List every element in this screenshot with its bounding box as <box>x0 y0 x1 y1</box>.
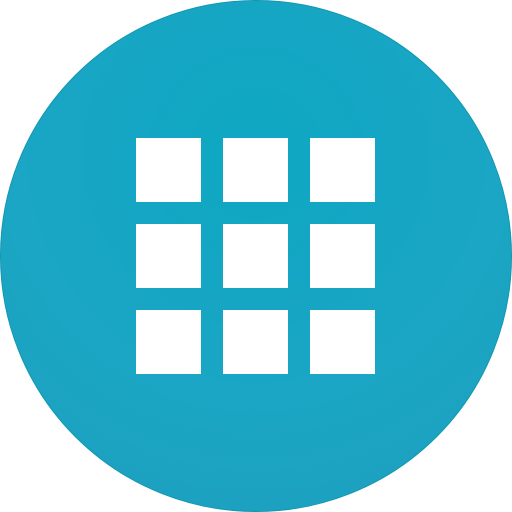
grid-square <box>223 138 288 202</box>
grid-square <box>136 138 201 202</box>
grid-square <box>136 224 201 288</box>
grid-square <box>223 310 288 374</box>
app-icon[interactable] <box>0 0 512 512</box>
grid-square <box>223 224 288 288</box>
grid-square <box>136 310 201 374</box>
grid-square <box>310 224 375 288</box>
grid-square <box>310 310 375 374</box>
grid-square <box>310 138 375 202</box>
apps-grid-icon <box>136 138 376 374</box>
